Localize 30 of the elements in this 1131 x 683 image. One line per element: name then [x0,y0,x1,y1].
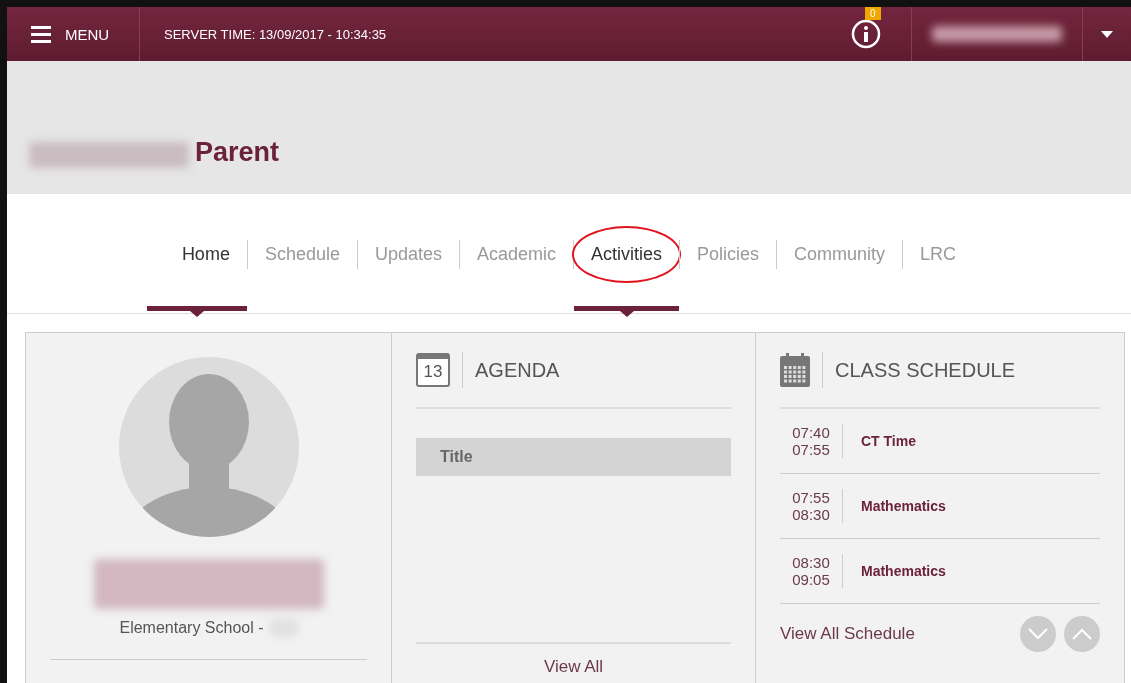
chevron-up-icon [1072,628,1092,640]
card-title: CLASS SCHEDULE [822,352,1016,388]
calendar-icon: 13 [416,353,450,387]
time-range: 08:30 09:05 [780,554,843,588]
nav-tab[interactable]: Academic [460,240,574,269]
nav-tab[interactable]: Home [164,240,247,269]
role-title: Parent [195,137,280,168]
info-icon[interactable] [851,19,881,49]
menu-icon [31,25,51,43]
chevron-down-icon [1028,628,1048,640]
school-label: Elementary School - [119,619,264,637]
nav-tab[interactable]: Policies [680,240,777,269]
nav-tab[interactable]: Community [777,240,903,269]
column-header: Title [416,438,731,476]
nav-tab[interactable]: Updates [357,240,459,269]
caret-icon[interactable] [1101,30,1113,38]
server-time: SERVER TIME: 13/09/2017 - 10:34:35 [164,26,387,42]
card-title: AGENDA [462,352,560,388]
nav-tab[interactable]: Activities [574,240,680,269]
subject-name: Mathematics [861,563,946,579]
subject-name: CT Time [861,433,916,449]
time-range: 07:40 07:55 [780,424,843,458]
subject-name: Mathematics [861,498,946,514]
calendar-grid-icon [780,353,810,387]
view-all-link[interactable]: View All [543,657,604,677]
view-all-schedule-link[interactable]: View All Schedule [780,624,915,644]
notification-badge: 0 [865,7,881,20]
time-range: 07:55 08:30 [780,489,843,523]
nav-tab[interactable]: LRC [903,240,974,269]
nav-tab[interactable]: Schedule [247,240,357,269]
